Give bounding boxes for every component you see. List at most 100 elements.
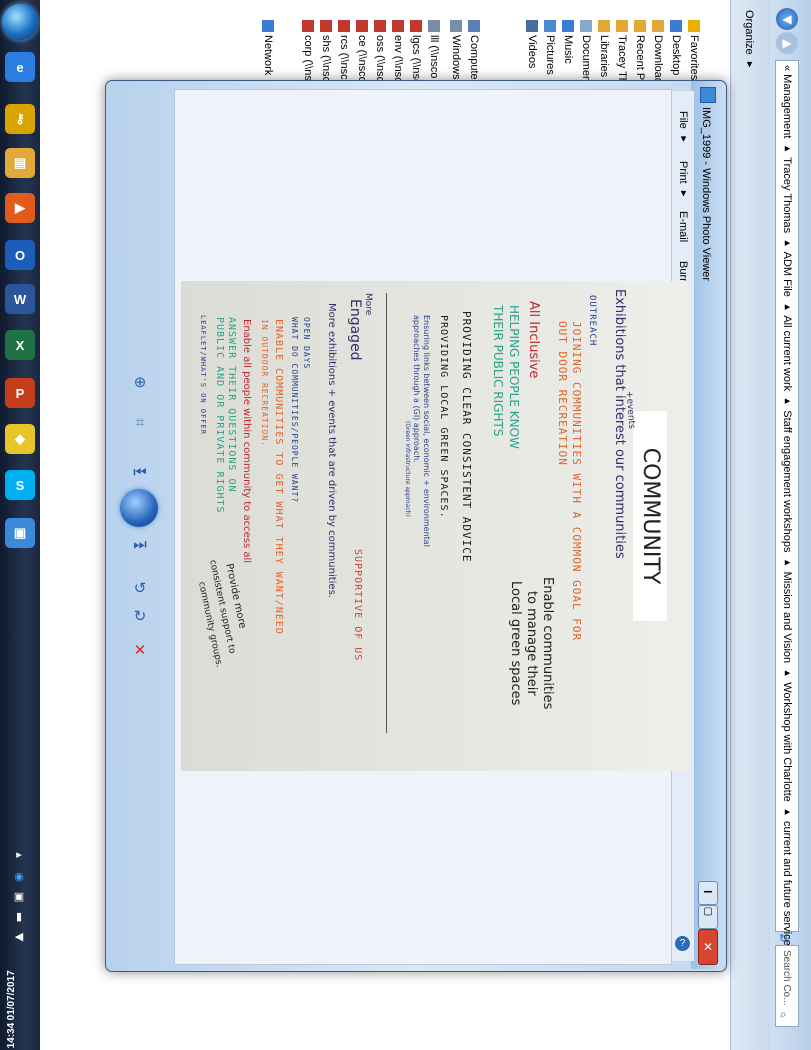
nav-item[interactable]: Music — [562, 20, 574, 64]
poster-content: COMMUNITY Exhibitions that interest our c… — [181, 281, 689, 771]
poster-line: Enable all people within community to ac… — [241, 319, 252, 564]
rotate-ccw-icon[interactable]: ↺ — [126, 577, 154, 599]
star-icon — [688, 20, 700, 32]
poster-line: ANSWER THEIR QUESTIONS ON — [226, 317, 237, 493]
refresh-icon[interactable]: ↻ — [779, 932, 788, 945]
skype-icon[interactable]: S — [5, 470, 35, 500]
start-button[interactable] — [2, 4, 38, 40]
poster-line: PUBLIC AND OR PRIVATE RIGHTS — [214, 317, 225, 514]
nav-item-label: ce (\\nsco — [356, 35, 368, 83]
internet-explorer-icon[interactable]: e — [5, 52, 35, 82]
poster-line: Local green spaces — [508, 581, 523, 706]
nav-item[interactable]: env (\\nsc — [392, 20, 404, 83]
poster-line: WHAT DO COMMUNITIES/PEOPLE WANT? — [290, 317, 299, 504]
clock[interactable]: 14:34 01/07/2017 — [6, 970, 17, 1048]
nav-item-label: shs (\\nsc — [320, 35, 332, 83]
nav-item[interactable]: Favorites — [688, 20, 700, 80]
nav-item-label: Music — [562, 35, 574, 64]
net-drive-icon — [320, 20, 332, 32]
nav-item[interactable]: corp (\\ns — [302, 20, 314, 81]
nav-item[interactable]: Network — [262, 20, 274, 75]
libraries-icon — [598, 20, 610, 32]
zoom-icon[interactable]: ⊕ — [126, 371, 154, 393]
keys-icon[interactable]: ⚷ — [5, 104, 35, 134]
videos-icon — [526, 20, 538, 32]
back-button[interactable]: ◀ — [776, 8, 798, 30]
poster-line: +events — [623, 390, 637, 430]
poster-line: Exhibitions that interest our communitie… — [612, 289, 627, 559]
net-drive-icon — [302, 20, 314, 32]
nav-item[interactable]: Computer — [468, 20, 480, 83]
recent-icon — [634, 20, 646, 32]
nav-item[interactable]: Desktop — [670, 20, 682, 75]
poster-divider — [386, 293, 387, 733]
poster-line: OPEN DAYS — [302, 317, 311, 370]
nav-item-label: Videos — [526, 35, 538, 69]
search-field[interactable]: Search Co... ⌕ — [775, 945, 799, 1027]
previous-icon[interactable]: ⏮ — [126, 461, 154, 483]
word-icon[interactable]: W — [5, 284, 35, 314]
viewer-controls: ⊕ ⌗ ⏮ ⏭ ↺ ↻ ✕ — [118, 371, 162, 671]
poster-line: ENABLE COMMUNITIES TO GET WHAT THEY WANT… — [273, 319, 284, 635]
search-icon[interactable]: ⌕ — [780, 1007, 787, 1022]
display-tray-icon[interactable]: ▣ — [12, 890, 26, 904]
network-tray-icon[interactable]: ◉ — [12, 870, 26, 884]
viewer-menu-item[interactable]: E-mail — [677, 211, 689, 242]
show-hidden-icons-icon[interactable]: ▸ — [12, 848, 26, 862]
drive-icon — [450, 20, 462, 32]
next-icon[interactable]: ⏭ — [126, 533, 154, 555]
nav-item-label: Favorites — [688, 35, 700, 81]
folder-app-icon[interactable]: ▤ — [5, 148, 35, 178]
powerpoint-icon[interactable]: P — [5, 378, 35, 408]
nav-item[interactable]: Tracey Th — [616, 20, 628, 84]
poster-line: HELPING PEOPLE KNOW — [507, 305, 521, 449]
poster-line: to manage their — [524, 591, 539, 696]
poster-line: More — [363, 293, 373, 316]
photo-viewer-icon[interactable]: ▣ — [5, 518, 35, 548]
nav-item-label: Libraries — [598, 35, 610, 78]
viewer-menu-item[interactable]: Print ▾ — [677, 161, 690, 200]
nav-item[interactable]: ce (\\nsco — [356, 20, 368, 83]
title-bar[interactable]: IMG_1999 - Windows Photo Viewer ▁ ▢ ✕ — [691, 81, 725, 969]
address-bar[interactable]: « Management ▸ Tracey Thomas ▸ ADM File … — [775, 60, 799, 1020]
nav-item[interactable]: shs (\\nsc — [320, 20, 332, 82]
excel-icon[interactable]: X — [5, 330, 35, 360]
close-button[interactable]: ✕ — [698, 929, 718, 965]
nav-item[interactable]: Pictures — [544, 20, 556, 75]
actual-size-icon[interactable]: ⌗ — [126, 411, 154, 433]
delete-icon[interactable]: ✕ — [126, 639, 154, 661]
breadcrumb[interactable]: « Management ▸ Tracey Thomas ▸ ADM File … — [781, 65, 794, 1020]
poster-line: LEAFLET/WHAT'S ON OFFER — [199, 315, 207, 435]
poster-line: approaches through a (GI) approach. — [412, 315, 421, 463]
viewer-menu-item[interactable]: File ▾ — [677, 111, 690, 145]
nav-item[interactable]: lgcs (\\nsc — [410, 20, 422, 85]
nav-item[interactable]: lll (\\nsco — [428, 20, 440, 78]
outlook-icon[interactable]: O — [5, 240, 35, 270]
nav-item-label: Network — [262, 35, 274, 76]
poster-line: OUT DOOR RECREATION — [556, 321, 569, 466]
nav-item[interactable]: oss (\\nsc — [374, 20, 386, 82]
nav-item[interactable]: Videos — [526, 20, 538, 68]
nav-item[interactable]: Libraries — [598, 20, 610, 77]
network-icon — [262, 20, 274, 32]
organize-button[interactable]: Organize ▾ — [743, 10, 756, 71]
rotate-cw-icon[interactable]: ↻ — [126, 605, 154, 627]
nav-item[interactable]: Downloads — [652, 20, 664, 89]
media-icon[interactable]: ▶ — [5, 193, 35, 223]
volume-tray-icon[interactable]: ◀ — [12, 930, 26, 944]
poster-line: SUPPORTIVE OF US — [352, 549, 363, 662]
maximize-button[interactable]: ▢ — [698, 905, 718, 929]
sticky-icon[interactable]: ◆ — [5, 424, 35, 454]
slideshow-button[interactable] — [120, 489, 158, 527]
poster-line: More exhibitions + events that are drive… — [326, 303, 337, 598]
signal-tray-icon[interactable]: ▮ — [12, 910, 26, 924]
minimize-button[interactable]: ▁ — [698, 881, 718, 905]
nav-item[interactable]: Windows — [450, 20, 462, 80]
net-drive-icon — [356, 20, 368, 32]
pictures-icon — [544, 20, 556, 32]
nav-item[interactable]: rcs (\\nsc — [338, 20, 350, 80]
nav-item-label: corp (\\ns — [302, 35, 314, 81]
documents-icon — [580, 20, 592, 32]
help-icon[interactable]: ? — [675, 936, 690, 951]
forward-button[interactable]: ▶ — [776, 32, 798, 54]
